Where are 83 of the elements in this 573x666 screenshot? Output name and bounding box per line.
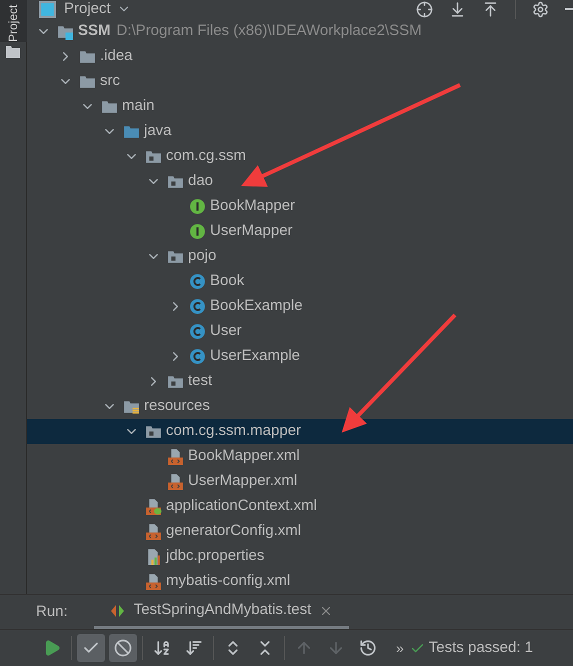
tree-row[interactable]: test: [27, 369, 573, 394]
check-icon[interactable]: [77, 634, 105, 662]
xml-file-icon: [167, 448, 184, 465]
folder-icon: [123, 123, 140, 140]
tree-item-label: mybatis-config.xml: [166, 571, 290, 592]
test-status: Tests passed: 1: [428, 638, 534, 658]
spring-xml-icon: [145, 498, 162, 515]
interface-icon: [189, 223, 206, 240]
tree-item-label: main: [122, 96, 155, 116]
tree-row[interactable]: BookExample: [27, 294, 573, 319]
class-icon: [189, 323, 206, 340]
xml-file-icon: [167, 473, 184, 490]
package-icon: [167, 373, 184, 390]
project-icon: [39, 0, 56, 18]
module-path: D:\Program Files (x86)\IDEAWorkplace2\SSM: [116, 21, 422, 42]
test-run-icon: [110, 604, 126, 618]
class-icon: [189, 273, 206, 290]
tree-row[interactable]: main: [27, 94, 573, 119]
tree-item-label: .idea: [100, 46, 133, 66]
tree-item-label: User: [210, 321, 242, 342]
class-icon: [189, 348, 206, 365]
project-stripe-button[interactable]: Project: [0, 0, 26, 42]
locate-icon[interactable]: [416, 0, 433, 18]
package-icon: [145, 148, 162, 165]
tree-row[interactable]: Book: [27, 269, 573, 294]
tree-row[interactable]: SSM D:\Program Files (x86)\IDEAWorkplace2\SSM: [27, 19, 573, 44]
tree-row[interactable]: resources: [27, 394, 573, 419]
tree-item-label: jdbc.properties: [166, 546, 264, 566]
xml-file-icon: [145, 573, 162, 590]
ban-icon[interactable]: [109, 634, 137, 662]
tree-item-label: BookExample: [210, 296, 303, 316]
tree-item-label: UserMapper.xml: [188, 471, 298, 492]
package-icon: [145, 423, 162, 440]
tree-item-label: pojo: [188, 246, 216, 266]
more-indicator[interactable]: »: [396, 638, 404, 658]
package-icon: [167, 248, 184, 265]
tree-item-label: BookMapper: [210, 196, 296, 216]
tree-row[interactable]: User: [27, 319, 573, 344]
resources-folder-icon: [123, 398, 140, 415]
tree-row[interactable]: UserExample: [27, 344, 573, 369]
tree-row[interactable]: com.cg.ssm: [27, 144, 573, 169]
tree-item-label: test: [188, 371, 212, 392]
tree-item-label: SSM: [78, 21, 111, 42]
tree-row[interactable]: com.cg.ssm.mapper: [27, 419, 573, 444]
folder-icon: [79, 73, 96, 90]
tree-item-label: UserMapper: [210, 221, 293, 242]
tree-row[interactable]: dao: [27, 169, 573, 194]
tree-row[interactable]: UserMapper: [27, 219, 573, 244]
tree-item-label: resources: [144, 396, 210, 416]
panel-title[interactable]: Project: [64, 0, 111, 19]
package-icon: [167, 173, 184, 190]
tree-item-label: src: [100, 71, 120, 92]
xml-file-icon: [145, 523, 162, 540]
run-label: Run:: [36, 602, 68, 622]
tree-item-label: BookMapper.xml: [188, 446, 300, 466]
tree-item-label: generatorConfig.xml: [166, 521, 302, 542]
tree-row[interactable]: src: [27, 69, 573, 94]
tree-item-label: Book: [210, 271, 244, 292]
folder-icon: [79, 48, 96, 65]
tree-item-label: com.cg.ssm: [166, 146, 246, 166]
folder-icon: [6, 46, 20, 58]
tree-row[interactable]: applicationContext.xml: [27, 494, 573, 519]
module-folder-icon: [57, 23, 74, 40]
tree-row[interactable]: BookMapper: [27, 194, 573, 219]
tree-row[interactable]: UserMapper.xml: [27, 469, 573, 494]
tree-item-label: dao: [188, 171, 214, 192]
tree-item-label: applicationContext.xml: [166, 496, 317, 516]
tree-item-label: com.cg.ssm.mapper: [166, 421, 302, 442]
tree-row[interactable]: mybatis-config.xml: [27, 569, 573, 594]
tree-row[interactable]: jdbc.properties: [27, 544, 573, 569]
tree-item-label: java: [144, 121, 172, 142]
interface-icon: [189, 198, 206, 215]
project-stripe-label: Project: [7, 4, 19, 42]
tree-row[interactable]: generatorConfig.xml: [27, 519, 573, 544]
folder-icon: [101, 98, 118, 115]
settings-icon[interactable]: [532, 0, 549, 18]
tree-row[interactable]: pojo: [27, 244, 573, 269]
tree-row[interactable]: BookMapper.xml: [27, 444, 573, 469]
tree-row[interactable]: .idea: [27, 44, 573, 69]
tree-item-label: UserExample: [210, 346, 300, 366]
tree-row[interactable]: java: [27, 119, 573, 144]
properties-file-icon: [145, 548, 162, 565]
class-icon: [189, 298, 206, 315]
